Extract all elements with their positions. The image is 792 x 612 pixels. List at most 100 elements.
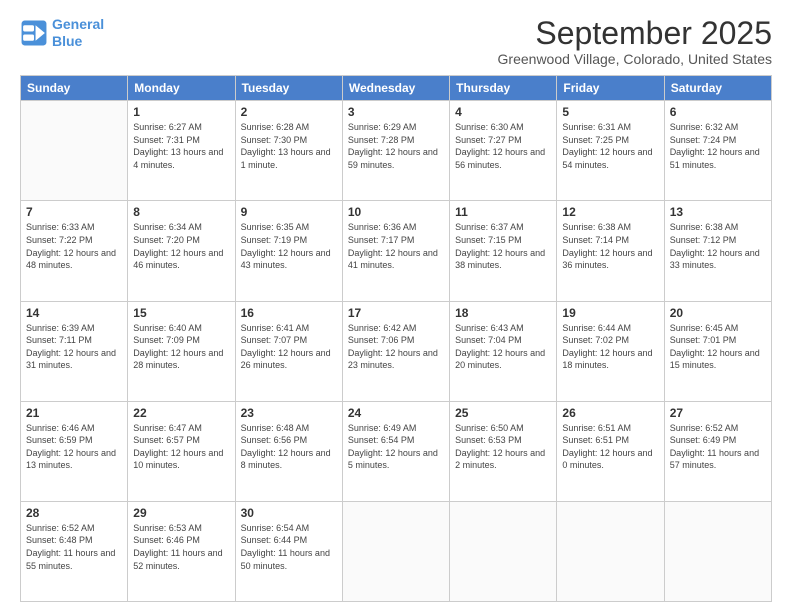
calendar-week-1: 7 Sunrise: 6:33 AMSunset: 7:22 PMDaylight…	[21, 201, 772, 301]
day-info: Sunrise: 6:51 AMSunset: 6:51 PMDaylight:…	[562, 422, 658, 472]
calendar-cell: 8 Sunrise: 6:34 AMSunset: 7:20 PMDaylight…	[128, 201, 235, 301]
calendar-cell: 27 Sunrise: 6:52 AMSunset: 6:49 PMDayligh…	[664, 401, 771, 501]
calendar-header-monday: Monday	[128, 76, 235, 101]
day-info: Sunrise: 6:38 AMSunset: 7:14 PMDaylight:…	[562, 221, 658, 271]
calendar-cell: 5 Sunrise: 6:31 AMSunset: 7:25 PMDaylight…	[557, 101, 664, 201]
header: General Blue September 2025 Greenwood Vi…	[20, 16, 772, 67]
day-info: Sunrise: 6:40 AMSunset: 7:09 PMDaylight:…	[133, 322, 229, 372]
day-info: Sunrise: 6:52 AMSunset: 6:48 PMDaylight:…	[26, 522, 122, 572]
calendar-cell: 6 Sunrise: 6:32 AMSunset: 7:24 PMDaylight…	[664, 101, 771, 201]
calendar-cell: 4 Sunrise: 6:30 AMSunset: 7:27 PMDaylight…	[450, 101, 557, 201]
day-number: 5	[562, 105, 658, 119]
calendar-cell: 28 Sunrise: 6:52 AMSunset: 6:48 PMDayligh…	[21, 501, 128, 601]
calendar-header-row: SundayMondayTuesdayWednesdayThursdayFrid…	[21, 76, 772, 101]
day-number: 28	[26, 506, 122, 520]
day-number: 9	[241, 205, 337, 219]
calendar-cell: 3Sunrise: 6:29 AMSunset: 7:28 PMDaylight…	[342, 101, 449, 201]
calendar-cell: 13 Sunrise: 6:38 AMSunset: 7:12 PMDayligh…	[664, 201, 771, 301]
day-number: 7	[26, 205, 122, 219]
day-number: 30	[241, 506, 337, 520]
calendar-week-4: 28 Sunrise: 6:52 AMSunset: 6:48 PMDayligh…	[21, 501, 772, 601]
day-number: 23	[241, 406, 337, 420]
day-number: 25	[455, 406, 551, 420]
calendar-cell: 14Sunrise: 6:39 AMSunset: 7:11 PMDayligh…	[21, 301, 128, 401]
logo-icon	[20, 19, 48, 47]
day-number: 3	[348, 105, 444, 119]
calendar-header-saturday: Saturday	[664, 76, 771, 101]
day-number: 10	[348, 205, 444, 219]
logo: General Blue	[20, 16, 104, 50]
day-info: Sunrise: 6:50 AMSunset: 6:53 PMDaylight:…	[455, 422, 551, 472]
subtitle: Greenwood Village, Colorado, United Stat…	[498, 51, 772, 67]
day-number: 21	[26, 406, 122, 420]
calendar-cell: 9 Sunrise: 6:35 AMSunset: 7:19 PMDaylight…	[235, 201, 342, 301]
day-info: Sunrise: 6:53 AMSunset: 6:46 PMDaylight:…	[133, 522, 229, 572]
calendar: SundayMondayTuesdayWednesdayThursdayFrid…	[20, 75, 772, 602]
calendar-cell: 23 Sunrise: 6:48 AMSunset: 6:56 PMDayligh…	[235, 401, 342, 501]
calendar-header-sunday: Sunday	[21, 76, 128, 101]
calendar-header-friday: Friday	[557, 76, 664, 101]
day-info: Sunrise: 6:41 AMSunset: 7:07 PMDaylight:…	[241, 322, 337, 372]
day-number: 15	[133, 306, 229, 320]
calendar-cell: 30 Sunrise: 6:54 AMSunset: 6:44 PMDayligh…	[235, 501, 342, 601]
calendar-cell: 22 Sunrise: 6:47 AMSunset: 6:57 PMDayligh…	[128, 401, 235, 501]
day-number: 14	[26, 306, 122, 320]
day-number: 8	[133, 205, 229, 219]
day-info: Sunrise: 6:31 AMSunset: 7:25 PMDaylight:…	[562, 121, 658, 171]
calendar-cell: 16Sunrise: 6:41 AMSunset: 7:07 PMDayligh…	[235, 301, 342, 401]
day-number: 22	[133, 406, 229, 420]
day-number: 29	[133, 506, 229, 520]
day-number: 17	[348, 306, 444, 320]
day-number: 13	[670, 205, 766, 219]
day-number: 24	[348, 406, 444, 420]
day-info: Sunrise: 6:30 AMSunset: 7:27 PMDaylight:…	[455, 121, 551, 171]
day-info: Sunrise: 6:43 AMSunset: 7:04 PMDaylight:…	[455, 322, 551, 372]
calendar-cell: 11 Sunrise: 6:37 AMSunset: 7:15 PMDayligh…	[450, 201, 557, 301]
day-number: 2	[241, 105, 337, 119]
day-info: Sunrise: 6:32 AMSunset: 7:24 PMDaylight:…	[670, 121, 766, 171]
day-number: 1	[133, 105, 229, 119]
day-number: 12	[562, 205, 658, 219]
calendar-cell: 1 Sunrise: 6:27 AMSunset: 7:31 PMDaylight…	[128, 101, 235, 201]
day-info: Sunrise: 6:33 AMSunset: 7:22 PMDaylight:…	[26, 221, 122, 271]
calendar-cell: 15 Sunrise: 6:40 AMSunset: 7:09 PMDayligh…	[128, 301, 235, 401]
calendar-cell: 2 Sunrise: 6:28 AMSunset: 7:30 PMDaylight…	[235, 101, 342, 201]
day-info: Sunrise: 6:35 AMSunset: 7:19 PMDaylight:…	[241, 221, 337, 271]
day-info: Sunrise: 6:34 AMSunset: 7:20 PMDaylight:…	[133, 221, 229, 271]
day-info: Sunrise: 6:52 AMSunset: 6:49 PMDaylight:…	[670, 422, 766, 472]
day-info: Sunrise: 6:54 AMSunset: 6:44 PMDaylight:…	[241, 522, 337, 572]
calendar-cell	[21, 101, 128, 201]
day-info: Sunrise: 6:48 AMSunset: 6:56 PMDaylight:…	[241, 422, 337, 472]
day-info: Sunrise: 6:42 AMSunset: 7:06 PMDaylight:…	[348, 322, 444, 372]
day-info: Sunrise: 6:28 AMSunset: 7:30 PMDaylight:…	[241, 121, 337, 171]
calendar-cell: 20Sunrise: 6:45 AMSunset: 7:01 PMDayligh…	[664, 301, 771, 401]
day-info: Sunrise: 6:27 AMSunset: 7:31 PMDaylight:…	[133, 121, 229, 171]
logo-line1: General	[52, 16, 104, 32]
day-info: Sunrise: 6:49 AMSunset: 6:54 PMDaylight:…	[348, 422, 444, 472]
day-info: Sunrise: 6:46 AMSunset: 6:59 PMDaylight:…	[26, 422, 122, 472]
calendar-cell	[342, 501, 449, 601]
page: General Blue September 2025 Greenwood Vi…	[0, 0, 792, 612]
day-number: 27	[670, 406, 766, 420]
day-info: Sunrise: 6:44 AMSunset: 7:02 PMDaylight:…	[562, 322, 658, 372]
day-number: 4	[455, 105, 551, 119]
calendar-cell: 24 Sunrise: 6:49 AMSunset: 6:54 PMDayligh…	[342, 401, 449, 501]
day-number: 20	[670, 306, 766, 320]
day-number: 19	[562, 306, 658, 320]
logo-text: General Blue	[52, 16, 104, 50]
title-block: September 2025 Greenwood Village, Colora…	[498, 16, 772, 67]
main-title: September 2025	[498, 16, 772, 51]
day-info: Sunrise: 6:37 AMSunset: 7:15 PMDaylight:…	[455, 221, 551, 271]
calendar-week-3: 21 Sunrise: 6:46 AMSunset: 6:59 PMDayligh…	[21, 401, 772, 501]
calendar-cell: 25 Sunrise: 6:50 AMSunset: 6:53 PMDayligh…	[450, 401, 557, 501]
calendar-cell	[664, 501, 771, 601]
calendar-header-wednesday: Wednesday	[342, 76, 449, 101]
day-number: 6	[670, 105, 766, 119]
day-number: 18	[455, 306, 551, 320]
calendar-header-tuesday: Tuesday	[235, 76, 342, 101]
calendar-cell: 7 Sunrise: 6:33 AMSunset: 7:22 PMDaylight…	[21, 201, 128, 301]
day-info: Sunrise: 6:38 AMSunset: 7:12 PMDaylight:…	[670, 221, 766, 271]
day-number: 11	[455, 205, 551, 219]
calendar-cell: 12 Sunrise: 6:38 AMSunset: 7:14 PMDayligh…	[557, 201, 664, 301]
day-info: Sunrise: 6:47 AMSunset: 6:57 PMDaylight:…	[133, 422, 229, 472]
